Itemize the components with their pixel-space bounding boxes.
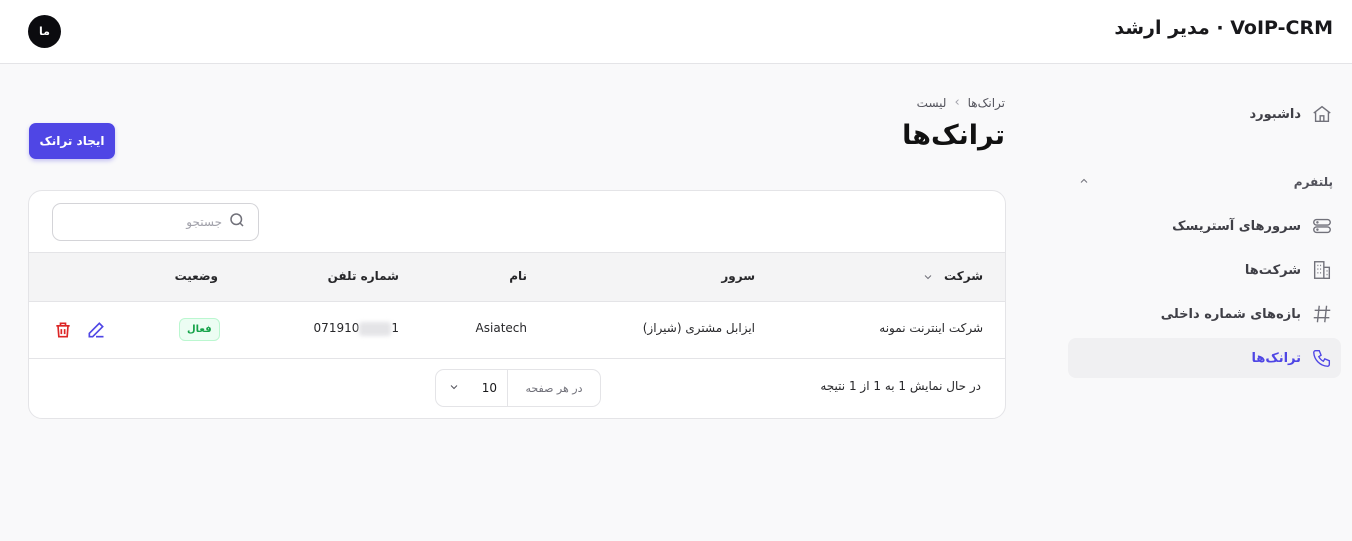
trunks-table-card: شرکت سرور نام شماره تلفن وضعیت شرکت اینت… — [28, 190, 1006, 419]
search-input[interactable] — [72, 215, 222, 229]
sidebar-item-trunks[interactable]: ترانک‌ها — [1068, 338, 1341, 378]
search-icon — [228, 211, 246, 233]
status-badge: فعال — [179, 318, 220, 341]
sidebar-item-companies[interactable]: شرکت‌ها — [1068, 250, 1341, 290]
sidebar-item-dashboard[interactable]: داشبورد — [1068, 94, 1341, 134]
edit-icon[interactable] — [86, 320, 106, 340]
sidebar-item-extension-ranges[interactable]: بازه‌های شماره داخلی — [1068, 294, 1341, 334]
create-trunk-button[interactable]: ایجاد ترانک — [29, 123, 115, 159]
cell-name: Asiatech — [475, 321, 527, 335]
sidebar-item-label: ترانک‌ها — [1251, 350, 1301, 366]
top-bar: ما VoIP-CRM · مدیر ارشد — [0, 0, 1352, 64]
chevron-down-icon — [448, 381, 460, 396]
chevron-up-icon — [1078, 175, 1090, 190]
breadcrumb-parent[interactable]: ترانک‌ها — [968, 96, 1005, 110]
per-page-value: 10 — [481, 381, 497, 395]
search-box[interactable] — [52, 203, 259, 241]
pagination-summary: در حال نمایش 1 به 1 از 1 نتیجه — [820, 379, 981, 393]
cell-company: شرکت اینترنت نمونه — [879, 321, 983, 335]
cell-server: ایزابل مشتری (شیراز) — [642, 321, 755, 335]
sidebar-item-label: شرکت‌ها — [1244, 262, 1301, 278]
table-header: شرکت سرور نام شماره تلفن وضعیت — [29, 252, 1005, 302]
chevron-down-icon — [924, 274, 932, 279]
building-icon — [1313, 261, 1331, 279]
breadcrumb-current: لیست — [916, 95, 947, 110]
sidebar-item-asterisk-servers[interactable]: سرورهای آستریسک — [1068, 206, 1341, 246]
redacted-digits — [359, 321, 392, 336]
phone-prefix: 071910 — [313, 321, 360, 335]
delete-icon[interactable] — [53, 320, 73, 340]
column-status: وضعیت — [174, 269, 218, 283]
column-company[interactable]: شرکت — [922, 269, 983, 283]
sidebar-item-label: سرورهای آستریسک — [1172, 218, 1301, 234]
column-name: نام — [509, 269, 527, 283]
sidebar-item-label: داشبورد — [1249, 106, 1301, 122]
sidebar-section-label: پلتفرم — [1293, 175, 1333, 189]
sidebar-item-label: بازه‌های شماره داخلی — [1160, 306, 1301, 322]
breadcrumb: ترانک‌ها › لیست — [917, 95, 1005, 110]
server-icon — [1313, 218, 1331, 234]
sidebar-section-platform[interactable]: پلتفرم — [1068, 172, 1333, 192]
cell-phone: 071910 1 — [314, 321, 399, 336]
breadcrumb-separator: › — [954, 95, 960, 110]
per-page-select[interactable]: 10 در هر صفحه — [435, 369, 601, 407]
home-icon — [1313, 105, 1331, 123]
page-title: ترانک‌ها — [902, 120, 1005, 151]
column-phone: شماره تلفن — [327, 269, 399, 283]
phone-suffix: 1 — [391, 321, 399, 335]
column-server: سرور — [721, 269, 755, 283]
per-page-value-box[interactable]: 10 — [436, 370, 508, 406]
app-title: VoIP-CRM · مدیر ارشد — [1114, 17, 1333, 39]
per-page-label: در هر صفحه — [525, 381, 583, 395]
column-company-label: شرکت — [944, 269, 983, 283]
hash-icon — [1313, 305, 1331, 323]
table-row: شرکت اینترنت نمونه ایزابل مشتری (شیراز) … — [29, 302, 1005, 359]
phone-icon — [1313, 349, 1331, 367]
avatar[interactable]: ما — [28, 15, 61, 48]
